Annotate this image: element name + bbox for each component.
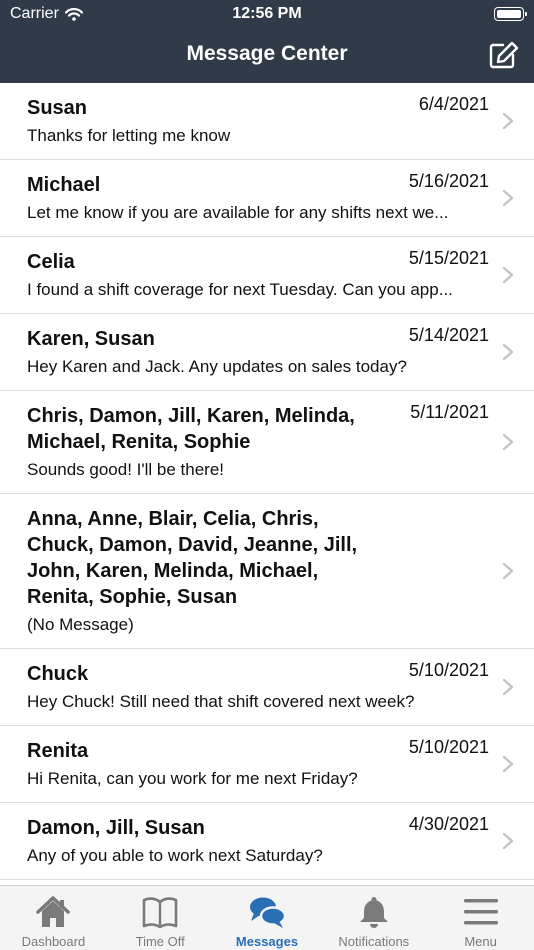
header-bar: Carrier 12:56 PM Message Center	[0, 0, 534, 83]
compose-icon[interactable]	[488, 40, 520, 70]
message-participants: Susan	[27, 97, 88, 119]
chevron-right-icon	[502, 189, 514, 207]
message-preview: Hi Renita, can you work for me next Frid…	[27, 769, 358, 788]
tab-menu[interactable]: Menu	[427, 886, 534, 950]
message-date: 4/30/2021	[408, 814, 489, 834]
message-preview: Any of you able to work next Saturday?	[27, 846, 323, 865]
message-preview: I found a shift coverage for next Tuesda…	[27, 280, 453, 299]
message-row[interactable]: Renita 5/10/2021 Hi Renita, can you work f…	[0, 726, 534, 803]
message-date: 5/16/2021	[408, 171, 489, 191]
book-icon	[141, 894, 179, 934]
chevron-right-icon	[502, 562, 514, 580]
tab-label: Time Off	[135, 934, 185, 949]
message-date: 5/15/2021	[408, 248, 489, 268]
message-row[interactable]: Anna, Anne, Blair, Celia, Chris, Chuck, …	[0, 494, 534, 649]
page-title: Message Center	[186, 42, 348, 65]
status-time: 12:56 PM	[232, 5, 302, 22]
chevron-right-icon	[502, 832, 514, 850]
message-date: 5/10/2021	[408, 660, 489, 680]
house-icon	[34, 894, 72, 934]
message-preview: Let me know if you are available for any…	[27, 203, 449, 222]
chevron-right-icon	[502, 433, 514, 451]
message-participants: Anna, Anne, Blair, Celia, Chris, Chuck, …	[27, 508, 358, 608]
bell-icon	[355, 894, 393, 934]
message-row[interactable]: Chris, Damon, Jill, Karen, Melinda, Mich…	[0, 391, 534, 494]
message-preview: Hey Karen and Jack. Any updates on sales…	[27, 357, 407, 376]
message-preview: Thanks for letting me know	[27, 126, 231, 145]
tab-notifications[interactable]: Notifications	[320, 886, 427, 950]
tab-label: Messages	[235, 934, 299, 949]
message-row[interactable]: Damon, Jill, Susan 4/30/2021 Any of you ab…	[0, 803, 534, 880]
tab-bar: Dashboard Time Off Messages Notifications Me…	[0, 885, 534, 950]
message-row[interactable]: Susan 6/4/2021 Thanks for letting me know	[0, 83, 534, 160]
message-preview: (No Message)	[27, 615, 134, 634]
message-row[interactable]: Celia 5/15/2021 I found a shift coverage f…	[0, 237, 534, 314]
chevron-right-icon	[502, 755, 514, 773]
chat-bubbles-icon	[248, 894, 287, 934]
chevron-right-icon	[502, 112, 514, 130]
tab-time-off[interactable]: Time Off	[107, 886, 214, 950]
status-bar: Carrier 12:56 PM	[0, 0, 534, 28]
message-row[interactable]: Karen, Susan 5/14/2021 Hey Karen and Jack.…	[0, 314, 534, 391]
message-date: 5/11/2021	[410, 402, 489, 422]
tab-dashboard[interactable]: Dashboard	[0, 886, 107, 950]
chevron-right-icon	[502, 678, 514, 696]
message-date: 5/10/2021	[408, 737, 489, 757]
tab-label: Dashboard	[21, 934, 86, 949]
message-date: 6/4/2021	[418, 94, 489, 114]
tab-messages[interactable]: Messages	[214, 886, 321, 950]
tab-label: Notifications	[338, 934, 410, 949]
message-row[interactable]: Chuck 5/10/2021 Hey Chuck! Still need that…	[0, 649, 534, 726]
tab-label: Menu	[464, 934, 497, 949]
hamburger-icon	[462, 894, 500, 934]
chevron-right-icon	[502, 343, 514, 361]
chevron-right-icon	[502, 266, 514, 284]
message-list: Susan 6/4/2021 Thanks for letting me know M…	[0, 83, 534, 885]
message-preview: Sounds good! I'll be there!	[27, 460, 224, 479]
battery-icon	[494, 7, 527, 21]
message-preview: Hey Chuck! Still need that shift covered…	[27, 692, 415, 711]
message-date: 5/14/2021	[408, 325, 489, 345]
message-row[interactable]: Michael 5/16/2021 Let me know if you are a…	[0, 160, 534, 237]
